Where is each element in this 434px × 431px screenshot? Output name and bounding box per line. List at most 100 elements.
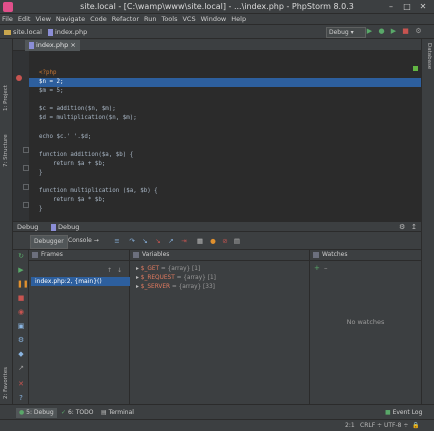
settings-icon[interactable]: ⚙ xyxy=(414,27,423,36)
tab-todo[interactable]: ✓ 6: TODO xyxy=(58,408,96,418)
remove-watch-icon[interactable]: – xyxy=(324,264,328,272)
variables-icon xyxy=(133,252,139,258)
terminal-icon: ▤ xyxy=(101,409,107,416)
tab-close-icon[interactable]: × xyxy=(70,41,75,49)
step-into-icon[interactable]: ↘ xyxy=(141,237,149,245)
hide-icon[interactable]: ↥ xyxy=(411,223,417,231)
code-line: echo $c.' '.$d; xyxy=(39,133,92,140)
close-icon[interactable]: ✕ xyxy=(418,2,428,11)
right-tool-strip: Database xyxy=(421,39,434,404)
mute-breakpoints-icon[interactable]: ▣ xyxy=(17,322,25,330)
debug-session-icon xyxy=(51,223,56,231)
frames-icon xyxy=(32,252,38,258)
code-line: $m = 5; xyxy=(39,88,64,95)
code-line: } xyxy=(39,206,43,213)
frames-panel: Frames ↑ ↓ index.php:2, {main}() xyxy=(29,250,131,404)
code-editor[interactable]: <?php $n = 2; $m = 5; $c = addition($n, … xyxy=(13,51,421,221)
pause-icon[interactable]: ❚❚ xyxy=(17,280,29,288)
code-line: function addition($a, $b) { xyxy=(39,151,134,158)
coverage-icon[interactable]: ▶ xyxy=(389,27,398,36)
navigation-bar: site.local index.php Debug ▾ ▶ ● ▶ ■ ⚙ xyxy=(0,25,434,39)
frame-up-icon[interactable]: ↑ xyxy=(107,267,112,274)
watches-panel: Watches + – No watches xyxy=(310,250,421,404)
menu-file[interactable]: File xyxy=(2,14,13,25)
menu-window[interactable]: Window xyxy=(201,14,227,25)
tab-debug[interactable]: ● 5: Debug xyxy=(16,408,57,418)
tab-index-php[interactable]: index.php × xyxy=(25,40,80,51)
pin-icon[interactable]: ◆ xyxy=(17,350,25,358)
maximize-icon[interactable]: □ xyxy=(402,2,412,11)
resume-icon[interactable]: ▶ xyxy=(17,266,25,274)
caret-position[interactable]: 2:1 xyxy=(345,421,355,431)
menu-bar: File Edit View Navigate Code Refactor Run Tools… xyxy=(0,14,434,25)
watches-icon xyxy=(313,252,319,258)
stop-icon[interactable]: ■ xyxy=(401,27,410,36)
menu-code[interactable]: Code xyxy=(90,14,107,25)
breakpoint-icon[interactable] xyxy=(16,75,22,81)
add-watch-icon[interactable]: + xyxy=(314,264,320,272)
menu-navigate[interactable]: Navigate xyxy=(56,14,85,25)
variable-row[interactable]: ▸ $_REQUEST = {array} [1] xyxy=(136,274,216,283)
frame-item[interactable]: index.php:2, {main}() xyxy=(31,277,131,286)
run-icon[interactable]: ▶ xyxy=(365,27,374,36)
pin-tab-icon[interactable]: ↗ xyxy=(17,364,25,372)
structure-tool-button[interactable]: 7: Structure xyxy=(3,134,9,167)
variable-row[interactable]: ▸ $_SERVER = {array} [33] xyxy=(136,283,215,292)
lock-icon[interactable]: 🔒 xyxy=(412,421,419,431)
tab-console[interactable]: Console → xyxy=(65,235,102,247)
evaluate-expression-icon[interactable]: ▦ xyxy=(196,237,204,245)
breadcrumb-project[interactable]: site.local xyxy=(4,26,42,38)
debug-side-toolbar: ↻ ▶ ❚❚ ■ ◉ ▣ ⚙ ◆ ↗ ✕ ? xyxy=(13,250,29,404)
code-line: <?php xyxy=(39,70,57,76)
mute-breakpoints-icon[interactable]: ⊘ xyxy=(221,237,229,245)
debug-session-tab[interactable]: Debug xyxy=(51,223,79,231)
close-icon[interactable]: ✕ xyxy=(17,380,25,388)
menu-view[interactable]: View xyxy=(35,14,50,25)
code-line: return $a + $b; xyxy=(39,160,106,167)
php-file-icon xyxy=(29,41,34,49)
menu-help[interactable]: Help xyxy=(231,14,246,25)
menu-tools[interactable]: Tools xyxy=(161,14,177,25)
menu-refactor[interactable]: Refactor xyxy=(112,14,139,25)
view-breakpoints-icon[interactable]: ◉ xyxy=(17,308,25,316)
status-bar: 2:1 CRLF ÷ UTF-8 ÷ 🔒 xyxy=(0,419,434,431)
restore-layout-icon[interactable]: ▤ xyxy=(233,237,241,245)
run-config-select[interactable]: Debug ▾ xyxy=(326,27,366,38)
empty-watches-text: No watches xyxy=(346,318,385,326)
line-separator[interactable]: CRLF ÷ xyxy=(360,421,382,431)
php-file-icon xyxy=(48,28,53,36)
database-tool-button[interactable]: Database xyxy=(426,43,432,69)
step-out-icon[interactable]: ↗ xyxy=(167,237,175,245)
help-icon[interactable]: ? xyxy=(17,394,25,402)
watches-header: Watches xyxy=(310,250,421,261)
todo-icon: ✓ xyxy=(61,409,67,416)
breadcrumb-file[interactable]: index.php xyxy=(48,26,87,38)
menu-vcs[interactable]: VCS xyxy=(182,14,195,25)
settings-icon[interactable]: ⚙ xyxy=(399,223,405,231)
menu-edit[interactable]: Edit xyxy=(18,14,31,25)
rerun-icon[interactable]: ↻ xyxy=(17,252,25,260)
view-breakpoints-icon[interactable]: ● xyxy=(209,237,217,245)
menu-run[interactable]: Run xyxy=(144,14,156,25)
show-execution-point-icon[interactable]: ≡ xyxy=(113,237,121,245)
tab-debugger[interactable]: Debugger xyxy=(30,235,68,249)
code-area[interactable]: <?php $n = 2; $m = 5; $c = addition($n, … xyxy=(29,69,421,215)
frame-down-icon[interactable]: ↓ xyxy=(117,267,122,274)
variable-row[interactable]: ▸ $_GET = {array} [1] xyxy=(136,265,200,274)
run-to-cursor-icon[interactable]: ⇥ xyxy=(180,237,188,245)
file-encoding[interactable]: UTF-8 ÷ xyxy=(384,421,408,431)
settings-icon[interactable]: ⚙ xyxy=(17,336,25,344)
favorites-tool-button[interactable]: 2: Favorites xyxy=(3,367,9,399)
tab-event-log[interactable]: ■ Event Log xyxy=(382,408,425,418)
tab-terminal[interactable]: ▤ Terminal xyxy=(98,408,137,418)
debug-icon[interactable]: ● xyxy=(377,27,386,36)
debug-icon: ● xyxy=(19,409,25,416)
event-log-icon: ■ xyxy=(385,409,391,416)
step-over-icon[interactable]: ↷ xyxy=(128,237,136,245)
stop-icon[interactable]: ■ xyxy=(17,294,25,302)
force-step-into-icon[interactable]: ↘ xyxy=(154,237,162,245)
minimize-icon[interactable]: – xyxy=(386,2,396,11)
project-tool-button[interactable]: 1: Project xyxy=(3,85,9,111)
